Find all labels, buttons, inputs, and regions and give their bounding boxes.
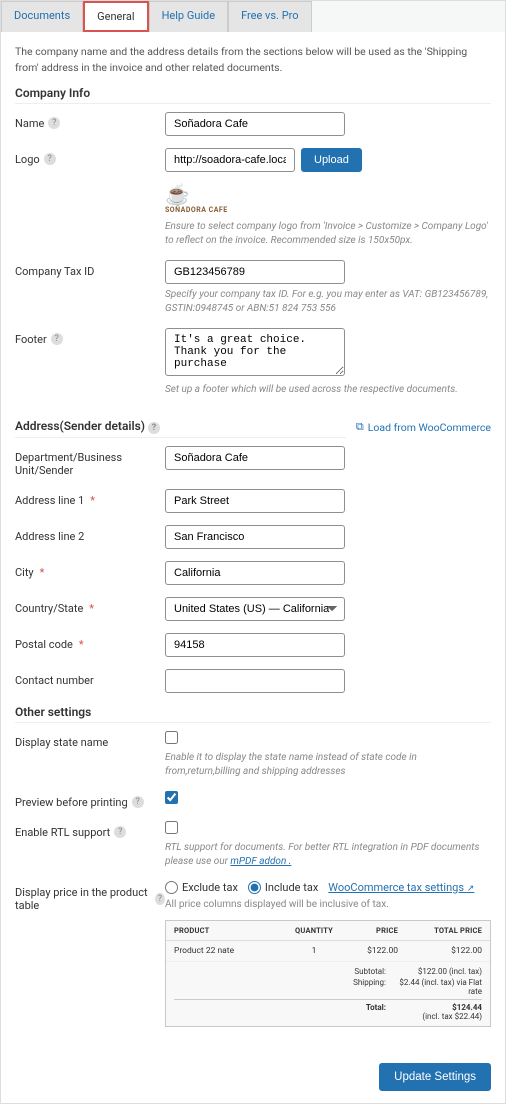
hint-display-state-name: Enable it to display the state name inst… bbox=[165, 751, 491, 779]
label-postal-code: Postal code bbox=[15, 638, 73, 651]
label-preview-before-printing: Preview before printing bbox=[15, 796, 128, 809]
th-price: PRICE bbox=[342, 926, 398, 935]
shipping-label: Shipping: bbox=[316, 978, 386, 996]
section-address: Address(Sender details) bbox=[15, 419, 145, 433]
logo-caption: SOÑADORA CAFE bbox=[165, 206, 491, 214]
tab-help-guide[interactable]: Help Guide bbox=[149, 1, 229, 32]
update-settings-button[interactable]: Update Settings bbox=[379, 1063, 491, 1091]
input-address-line2[interactable] bbox=[165, 525, 345, 549]
help-icon[interactable]: ? bbox=[155, 893, 165, 905]
checkbox-enable-rtl[interactable] bbox=[165, 821, 178, 834]
input-contact-number[interactable] bbox=[165, 669, 345, 693]
label-department: Department/Business Unit/Sender bbox=[15, 451, 165, 477]
price-preview-table: PRODUCT QUANTITY PRICE TOTAL PRICE Produ… bbox=[165, 920, 491, 1027]
input-city[interactable] bbox=[165, 561, 345, 585]
cell-total: $122.00 bbox=[398, 946, 482, 956]
radio-label-include: Include tax bbox=[265, 881, 318, 894]
hint-footer: Set up a footer which will be used acros… bbox=[165, 383, 491, 397]
input-company-name[interactable] bbox=[165, 112, 345, 136]
input-address-line1[interactable] bbox=[165, 489, 345, 513]
label-city: City bbox=[15, 566, 34, 579]
label-logo: Logo bbox=[15, 153, 40, 166]
tab-documents[interactable]: Documents bbox=[1, 1, 83, 32]
external-link-icon: ↗ bbox=[467, 884, 475, 894]
help-icon[interactable]: ? bbox=[132, 796, 144, 808]
help-icon[interactable]: ? bbox=[51, 333, 63, 345]
subtotal-label: Subtotal: bbox=[316, 967, 386, 976]
total-incl-tax: (incl. tax $22.44) bbox=[422, 1012, 482, 1021]
total-label: Total: bbox=[316, 1003, 386, 1021]
subtotal-value: $122.00 (incl. tax) bbox=[392, 967, 482, 976]
input-department[interactable] bbox=[165, 446, 345, 470]
label-address-line2: Address line 2 bbox=[15, 530, 84, 543]
select-country-state[interactable]: United States (US) — California bbox=[165, 597, 345, 621]
total-value: $124.44 bbox=[452, 1003, 482, 1012]
textarea-footer[interactable]: It's a great choice. Thank you for the p… bbox=[165, 328, 345, 376]
label-display-price: Display price in the product table bbox=[15, 886, 151, 912]
input-postal-code[interactable] bbox=[165, 633, 345, 657]
radio-exclude-tax[interactable] bbox=[165, 881, 178, 894]
th-product: PRODUCT bbox=[174, 926, 286, 935]
woocommerce-tax-settings-link[interactable]: WooCommerce tax settings ↗ bbox=[328, 881, 474, 894]
upload-button[interactable]: Upload bbox=[301, 148, 362, 172]
label-footer: Footer bbox=[15, 333, 47, 346]
hint-tax-id: Specify your company tax ID. For e.g. yo… bbox=[165, 288, 491, 316]
shipping-value: $2.44 (incl. tax) via Flat rate bbox=[392, 978, 482, 996]
label-address-line1: Address line 1 bbox=[15, 494, 84, 507]
cell-product: Product 22 nate bbox=[174, 946, 286, 956]
checkbox-display-state-name[interactable] bbox=[165, 731, 178, 744]
hint-rtl: RTL support for documents. For better RT… bbox=[165, 842, 479, 867]
th-quantity: QUANTITY bbox=[286, 926, 342, 935]
hint-price: All price columns displayed will be incl… bbox=[165, 898, 491, 912]
hint-logo: Ensure to select company logo from 'Invo… bbox=[165, 220, 491, 248]
cell-qty: 1 bbox=[286, 946, 342, 956]
section-other-settings: Other settings bbox=[15, 705, 491, 723]
tab-general[interactable]: General bbox=[83, 1, 148, 32]
logo-preview: ☕ SOÑADORA CAFE bbox=[165, 182, 491, 214]
label-contact-number: Contact number bbox=[15, 674, 94, 687]
checkbox-preview-before-printing[interactable] bbox=[165, 791, 178, 804]
copy-icon: ⧉ bbox=[356, 420, 364, 434]
label-country-state: Country/State bbox=[15, 602, 83, 615]
cell-price: $122.00 bbox=[342, 946, 398, 956]
label-tax-id: Company Tax ID bbox=[15, 265, 94, 278]
help-icon[interactable]: ? bbox=[114, 826, 126, 838]
radio-include-tax[interactable] bbox=[248, 881, 261, 894]
help-icon[interactable]: ? bbox=[44, 153, 56, 165]
help-icon[interactable]: ? bbox=[48, 117, 60, 129]
radio-label-exclude: Exclude tax bbox=[182, 881, 238, 894]
th-total-price: TOTAL PRICE bbox=[398, 926, 482, 935]
help-icon[interactable]: ? bbox=[148, 422, 160, 434]
label-enable-rtl: Enable RTL support bbox=[15, 826, 110, 839]
section-company-info: Company Info bbox=[15, 86, 491, 104]
input-tax-id[interactable] bbox=[165, 260, 345, 284]
load-from-woocommerce-link[interactable]: ⧉Load from WooCommerce bbox=[356, 420, 491, 434]
label-display-state-name: Display state name bbox=[15, 736, 108, 749]
tab-free-vs-pro[interactable]: Free vs. Pro bbox=[228, 1, 311, 32]
intro-text: The company name and the address details… bbox=[15, 44, 491, 76]
input-logo-url[interactable] bbox=[165, 148, 295, 172]
label-company-name: Name bbox=[15, 117, 44, 130]
mpdf-addon-link[interactable]: mPDF addon . bbox=[230, 856, 291, 867]
